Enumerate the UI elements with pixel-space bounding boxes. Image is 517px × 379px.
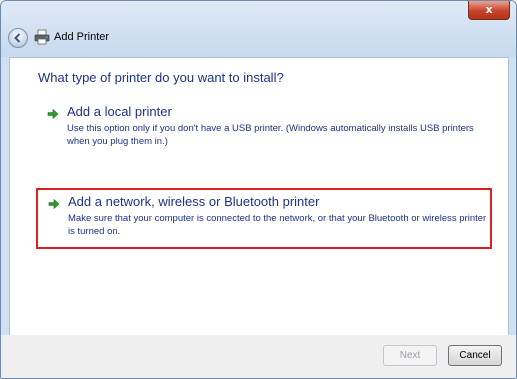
add-local-printer-option[interactable]: Add a local printer Use this option only…: [37, 102, 487, 162]
next-button[interactable]: Next: [383, 345, 437, 366]
close-icon: x: [485, 3, 493, 16]
close-button[interactable]: x: [468, 1, 510, 20]
back-arrow-icon: [14, 33, 21, 43]
green-arrow-icon: [48, 198, 60, 210]
back-button[interactable]: [8, 28, 28, 48]
add-network-printer-description: Make sure that your computer is connecte…: [68, 213, 487, 237]
add-network-printer-option[interactable]: Add a network, wireless or Bluetooth pri…: [36, 188, 492, 249]
content-panel: What type of printer do you want to inst…: [9, 57, 509, 336]
cancel-button[interactable]: Cancel: [448, 345, 502, 366]
add-network-printer-title[interactable]: Add a network, wireless or Bluetooth pri…: [68, 194, 319, 209]
window-title: Add Printer: [54, 31, 110, 43]
add-printer-window: x Add Printer What type of printer do yo…: [0, 0, 517, 379]
add-local-printer-description: Use this option only if you don't have a…: [67, 123, 474, 147]
title-bar: x Add Printer: [1, 1, 516, 57]
printer-icon: [34, 29, 50, 45]
green-arrow-icon: [47, 108, 59, 120]
add-local-printer-title[interactable]: Add a local printer: [67, 104, 172, 119]
page-question: What type of printer do you want to inst…: [38, 70, 284, 85]
button-bar: Next Cancel: [1, 335, 516, 378]
